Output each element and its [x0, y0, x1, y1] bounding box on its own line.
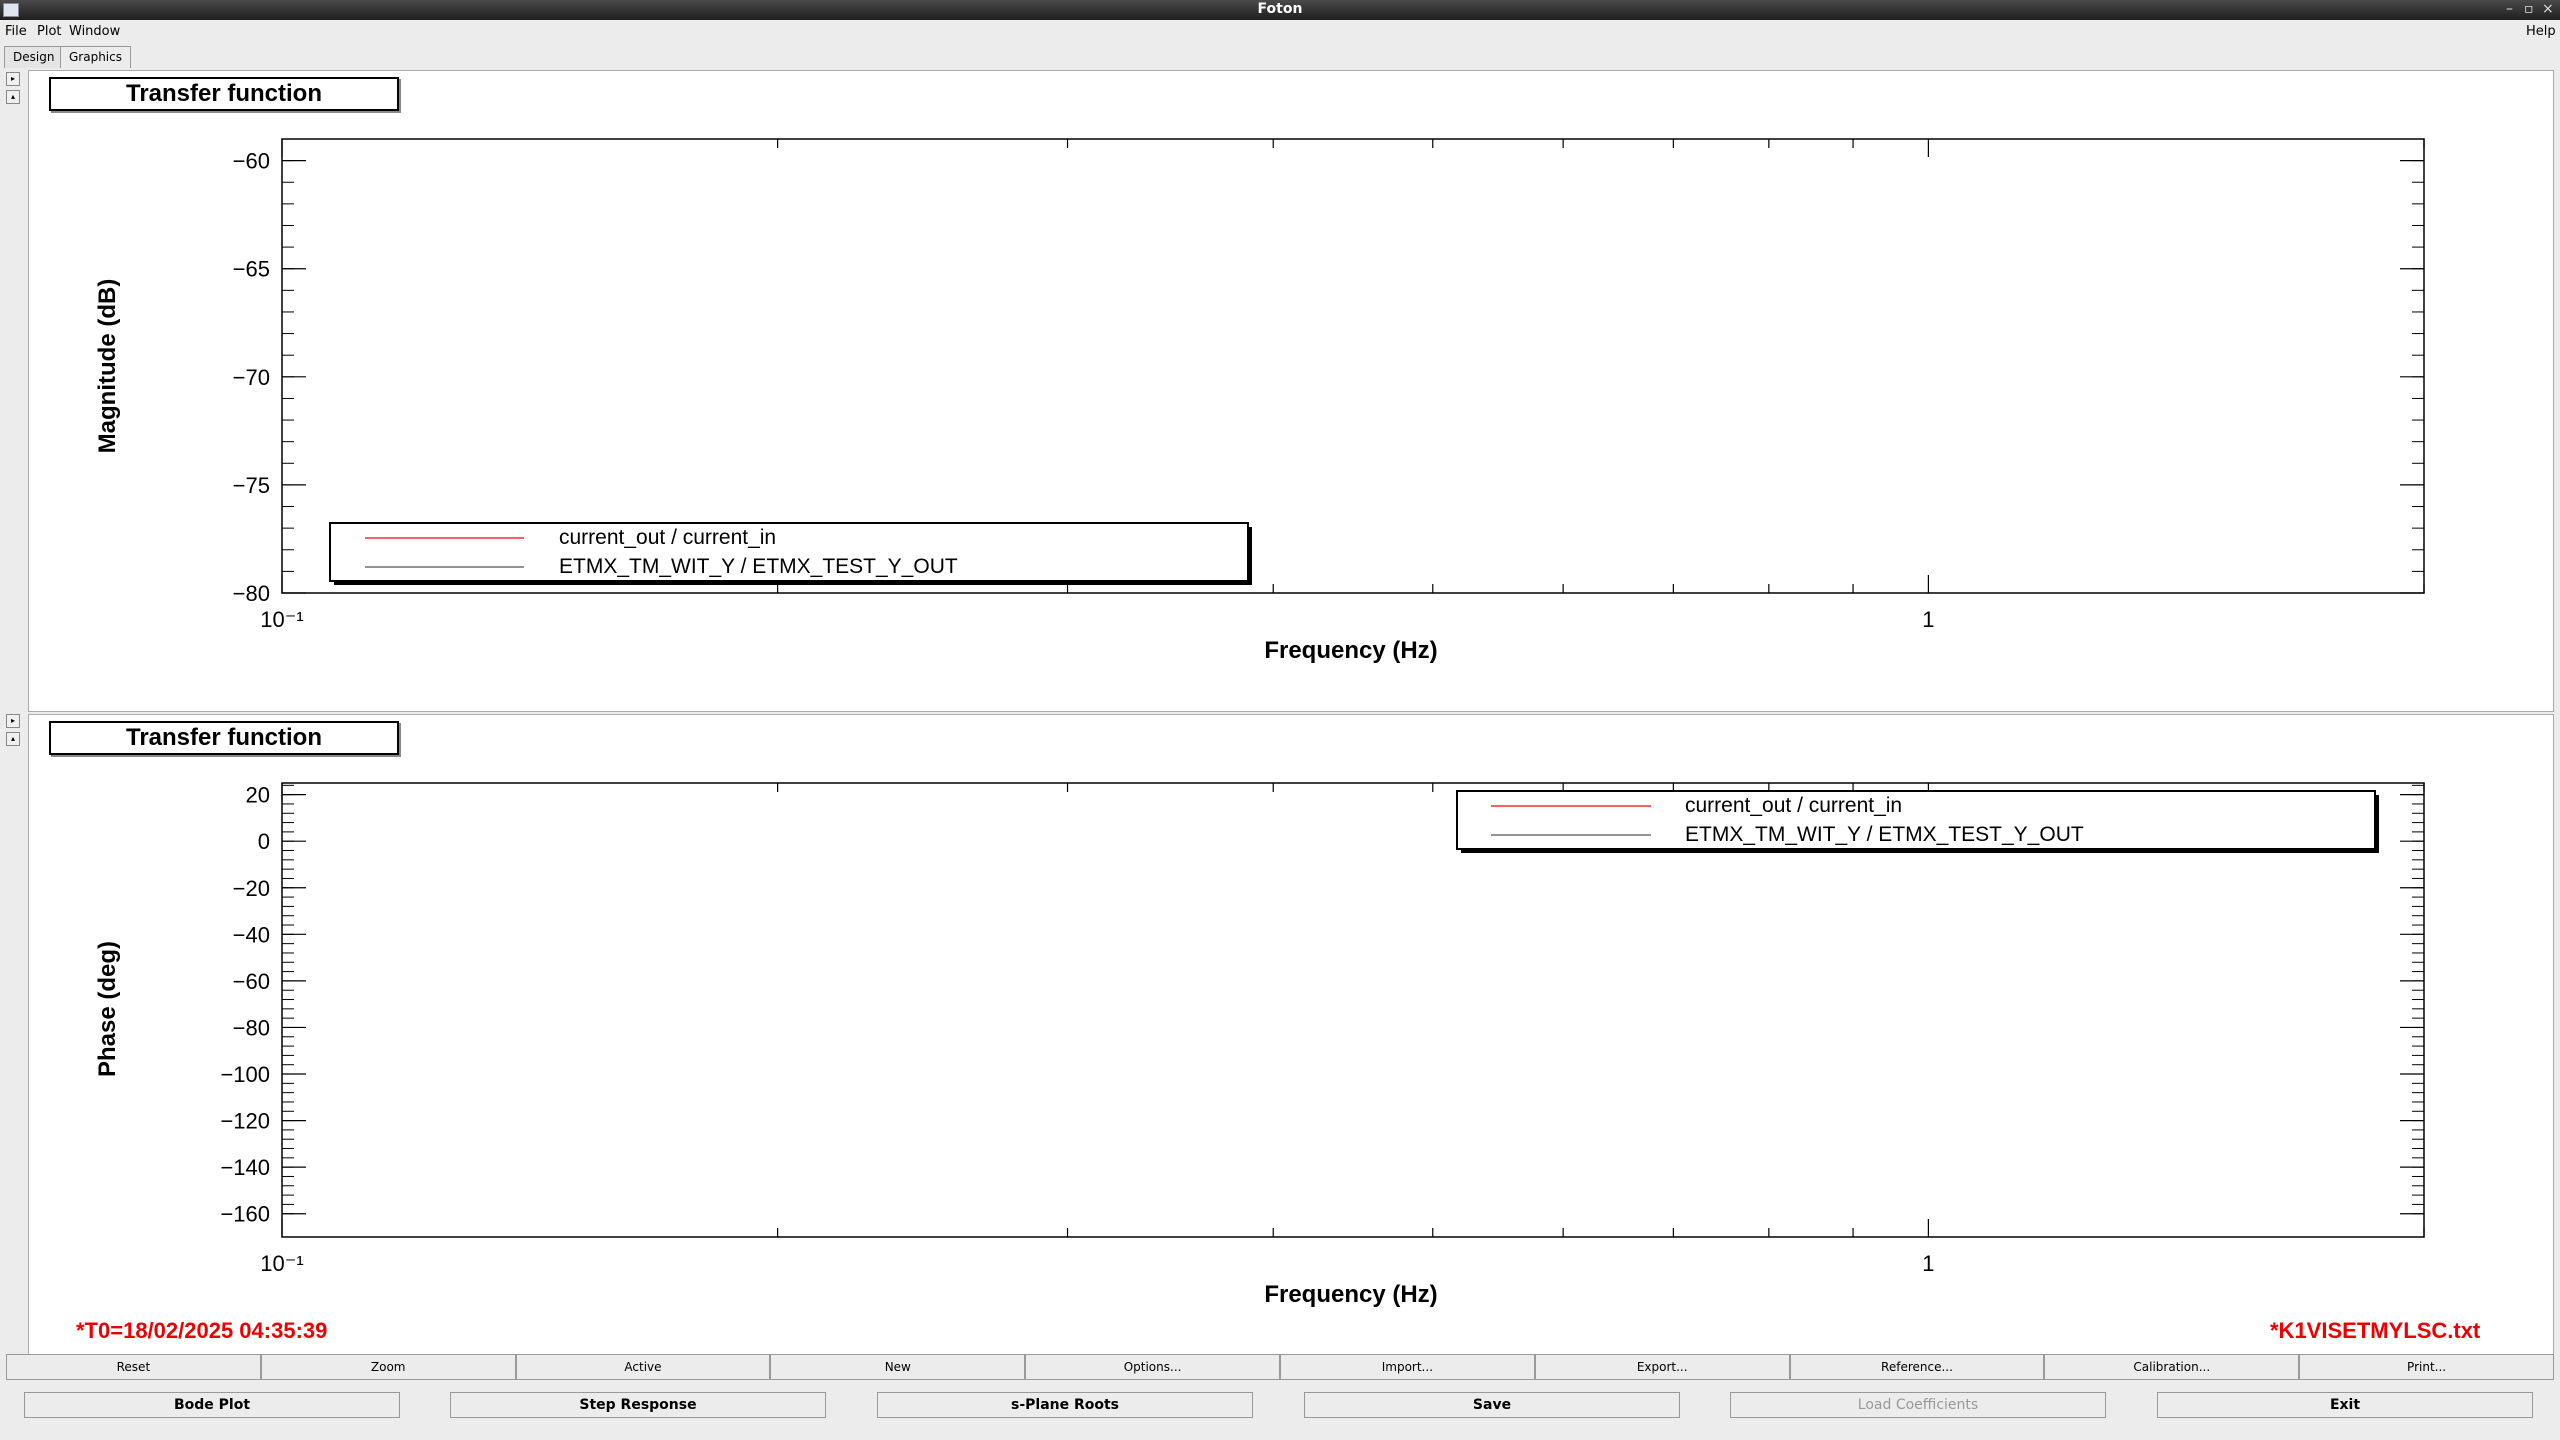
- zoom-button[interactable]: Zoom: [260, 1354, 516, 1380]
- y-axis-label: Phase (deg): [94, 941, 121, 1077]
- y-tick-label: −140: [220, 1155, 270, 1180]
- legend-entry-series2: ETMX_TM_WIT_Y / ETMX_TEST_Y_OUT: [1685, 823, 2084, 846]
- collapse-up-icon[interactable]: ▴: [6, 732, 20, 746]
- export-button[interactable]: Export...: [1534, 1354, 1790, 1380]
- close-icon[interactable]: ×: [2542, 1, 2554, 17]
- window-title: Foton: [1257, 1, 1303, 17]
- reference-button[interactable]: Reference...: [1789, 1354, 2045, 1380]
- y-tick-label: −70: [233, 365, 270, 390]
- legend: current_out / current_in ETMX_TM_WIT_Y /…: [1456, 790, 2379, 853]
- print-button[interactable]: Print...: [2299, 1354, 2554, 1380]
- y-tick-label: −80: [233, 1015, 270, 1040]
- plot-toolbar: Reset Zoom Active New Options... Import.…: [6, 1354, 2554, 1382]
- magnitude-plot[interactable]: −60 −65 −70 −75 −8010⁻¹ 1 Magnitude (dB) Freq…: [29, 71, 2555, 713]
- load-coefficients-button[interactable]: Load Coefficients: [1730, 1392, 2106, 1418]
- phase-plot[interactable]: 20 0 −20 −40 −60 −80 −100 −120 −140 −160 10⁻¹ 1 Pha…: [29, 715, 2555, 1357]
- y-tick-label: −75: [233, 473, 270, 498]
- expand-right-icon[interactable]: ▸: [6, 72, 20, 86]
- legend: current_out / current_in ETMX_TM_WIT_Y /…: [329, 522, 1252, 585]
- step-response-button[interactable]: Step Response: [450, 1392, 826, 1418]
- calibration-button[interactable]: Calibration...: [2044, 1354, 2300, 1380]
- menu-file[interactable]: File: [5, 24, 27, 39]
- y-tick-label: −160: [220, 1202, 270, 1227]
- legend-entry-series1: current_out / current_in: [1685, 794, 1902, 817]
- tab-bar: Design Graphics: [0, 44, 2560, 68]
- window-titlebar: Foton – ▫ ×: [0, 0, 2560, 20]
- x-tick-label: 10⁻¹: [260, 1251, 303, 1276]
- y-tick-label: −40: [233, 922, 270, 947]
- active-button[interactable]: Active: [515, 1354, 771, 1380]
- new-button[interactable]: New: [770, 1354, 1026, 1380]
- save-button[interactable]: Save: [1304, 1392, 1680, 1418]
- menu-plot[interactable]: Plot: [37, 24, 62, 39]
- menu-help[interactable]: Help: [2526, 24, 2556, 39]
- options-button[interactable]: Options...: [1025, 1354, 1280, 1380]
- y-tick-label: −120: [220, 1109, 270, 1134]
- menu-window[interactable]: Window: [69, 24, 120, 39]
- menubar: File Plot Window Help: [0, 20, 2560, 44]
- filename-label: *K1VISETMYLSC.txt: [2270, 1318, 2481, 1343]
- main-toolbar: Bode Plot Step Response s-Plane Roots Sa…: [6, 1392, 2554, 1420]
- y-tick-label: −60: [233, 969, 270, 994]
- y-tick-label: −100: [220, 1062, 270, 1087]
- x-axis-label: Frequency (Hz): [1264, 1281, 1437, 1308]
- x-axis-label: Frequency (Hz): [1264, 637, 1437, 664]
- tab-design[interactable]: Design: [4, 46, 64, 68]
- y-tick-label: −80: [233, 581, 270, 606]
- y-tick-label: 20: [246, 783, 270, 808]
- reset-button[interactable]: Reset: [6, 1354, 261, 1380]
- y-tick-label: −60: [233, 149, 270, 174]
- maximize-icon[interactable]: ▫: [2524, 1, 2534, 17]
- expand-right-icon[interactable]: ▸: [6, 714, 20, 728]
- legend-entry-series2: ETMX_TM_WIT_Y / ETMX_TEST_Y_OUT: [559, 555, 958, 578]
- minimize-icon[interactable]: –: [2506, 1, 2513, 17]
- t0-timestamp: *T0=18/02/2025 04:35:39: [76, 1318, 328, 1343]
- magnitude-plot-panel[interactable]: Transfer function −60 −65 −70 −75 −80 10⁻¹ 1 M…: [28, 70, 2554, 712]
- y-axis-label: Magnitude (dB): [94, 279, 121, 454]
- collapse-up-icon[interactable]: ▴: [6, 90, 20, 104]
- tab-graphics[interactable]: Graphics: [60, 46, 131, 68]
- x-tick-label: 1: [1922, 1251, 1934, 1276]
- y-tick-label: 0: [258, 829, 270, 854]
- import-button[interactable]: Import...: [1279, 1354, 1535, 1380]
- y-tick-label: −65: [233, 257, 270, 282]
- x-tick-label: 1: [1922, 607, 1934, 632]
- exit-button[interactable]: Exit: [2157, 1392, 2533, 1418]
- x-tick-label: 10⁻¹: [260, 607, 303, 632]
- y-tick-label: −20: [233, 876, 270, 901]
- legend-entry-series1: current_out / current_in: [559, 526, 776, 549]
- s-plane-roots-button[interactable]: s-Plane Roots: [877, 1392, 1253, 1418]
- bode-plot-button[interactable]: Bode Plot: [24, 1392, 400, 1418]
- phase-plot-panel[interactable]: Transfer function 20 0 −20 −40 −60 −80 −100 −12…: [28, 714, 2554, 1356]
